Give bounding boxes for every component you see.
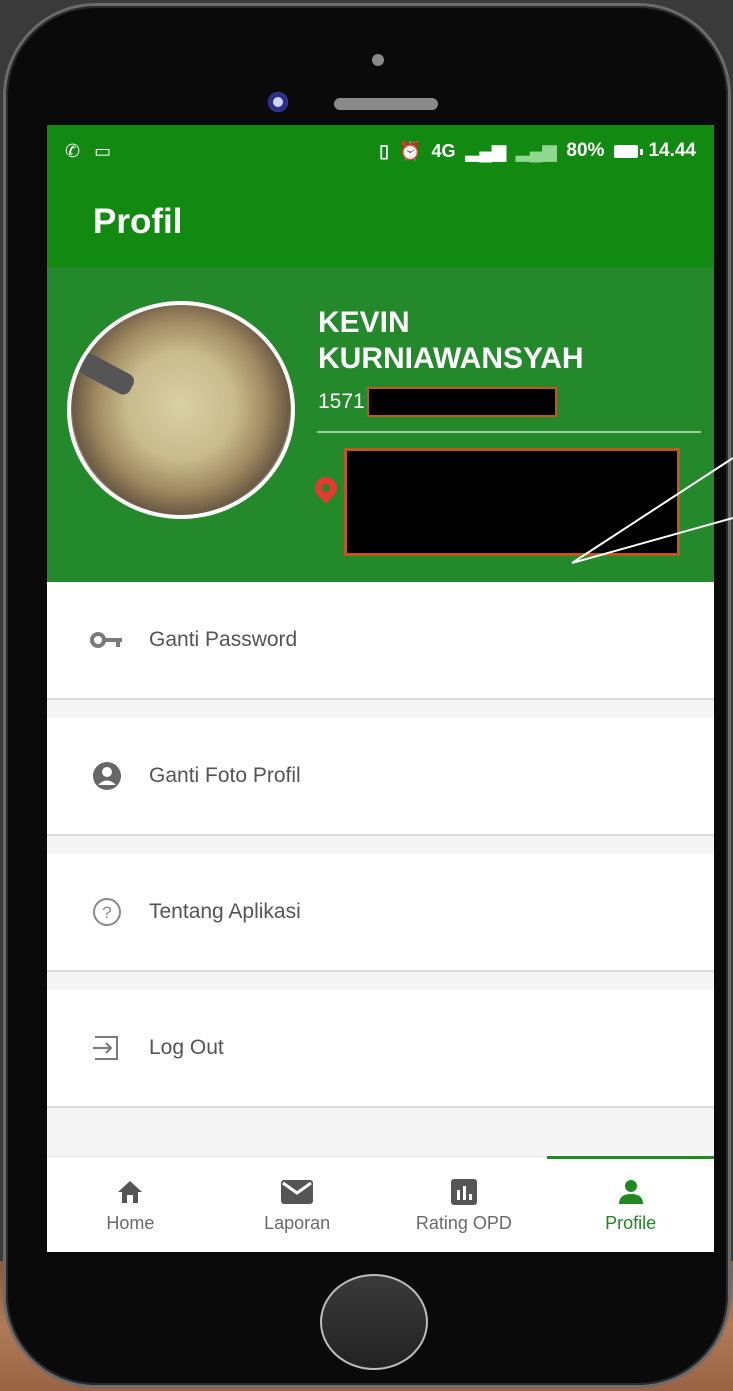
vibrate-icon: ▯ [379, 140, 390, 161]
nav-profile[interactable]: Profile [547, 1156, 714, 1252]
menu-item-change-password[interactable]: Ganti Password [47, 582, 714, 700]
avatar[interactable] [67, 301, 295, 519]
menu-item-label: Tentang Aplikasi [149, 900, 301, 923]
mail-icon [280, 1175, 314, 1209]
battery-icon [614, 144, 644, 158]
settings-menu: Ganti Password Ganti Foto Profil ? Tenta… [47, 582, 714, 1108]
nav-label: Rating OPD [415, 1213, 512, 1233]
bar-chart-icon [450, 1175, 478, 1209]
person-icon [617, 1175, 645, 1209]
user-name-line2: KURNIAWANSYAH [318, 342, 584, 375]
earpiece-speaker [334, 98, 438, 110]
page-title: Profil [93, 202, 183, 241]
redacted-id [366, 387, 557, 417]
nav-label: Laporan [264, 1213, 331, 1233]
signal-icon: ▂▄▆ [465, 140, 506, 161]
clock: 14.44 [648, 140, 696, 161]
sensor-dot [372, 54, 384, 66]
nav-label: Profile [605, 1213, 657, 1233]
key-icon [87, 624, 127, 656]
user-name-line1: KEVIN [318, 306, 410, 339]
menu-item-logout[interactable]: Log Out [47, 990, 714, 1108]
bottom-navigation: Home Laporan Rating OPD Profile [47, 1156, 714, 1252]
help-circle-icon: ? [87, 896, 127, 928]
svg-text:?: ? [102, 903, 111, 922]
menu-item-label: Log Out [149, 1036, 224, 1059]
logout-icon [87, 1032, 127, 1064]
menu-item-about-app[interactable]: ? Tentang Aplikasi [47, 854, 714, 972]
network-type-icon: 4G [431, 140, 456, 161]
front-camera [268, 92, 288, 112]
user-name: KEVIN KURNIAWANSYAH [318, 305, 584, 377]
signal-sim2-icon: ▂▄▆ [515, 140, 557, 161]
home-button[interactable] [320, 1274, 428, 1370]
app-screen: ✆ ▭ ▯ ⏰ 4G ▂▄▆ ▂▄▆ 80% 14.44 Profil KEVI… [47, 125, 714, 1252]
nav-home[interactable]: Home [47, 1157, 214, 1252]
avatar-photo-detail [75, 350, 137, 398]
nav-laporan[interactable]: Laporan [214, 1157, 381, 1252]
app-toolbar: Profil [47, 177, 714, 267]
user-id-number: 1571 [318, 387, 557, 417]
menu-item-change-photo[interactable]: Ganti Foto Profil [47, 718, 714, 836]
nav-label: Home [106, 1213, 155, 1233]
menu-item-label: Ganti Password [149, 628, 298, 651]
user-id-prefix: 1571 [318, 390, 365, 413]
home-icon [116, 1175, 144, 1209]
battery-percentage: 80% [566, 140, 605, 161]
alarm-icon: ⏰ [399, 140, 422, 161]
location-pin-icon [310, 472, 342, 504]
account-circle-icon [87, 760, 127, 792]
menu-item-label: Ganti Foto Profil [149, 764, 301, 787]
nav-rating-opd[interactable]: Rating OPD [381, 1157, 548, 1252]
whatsapp-icon: ✆ [65, 140, 81, 161]
redacted-address [344, 448, 680, 556]
header-divider [317, 431, 701, 433]
status-bar: ✆ ▭ ▯ ⏰ 4G ▂▄▆ ▂▄▆ 80% 14.44 [47, 125, 714, 177]
profile-header: KEVIN KURNIAWANSYAH 1571 [47, 267, 714, 582]
image-notification-icon: ▭ [94, 140, 112, 161]
